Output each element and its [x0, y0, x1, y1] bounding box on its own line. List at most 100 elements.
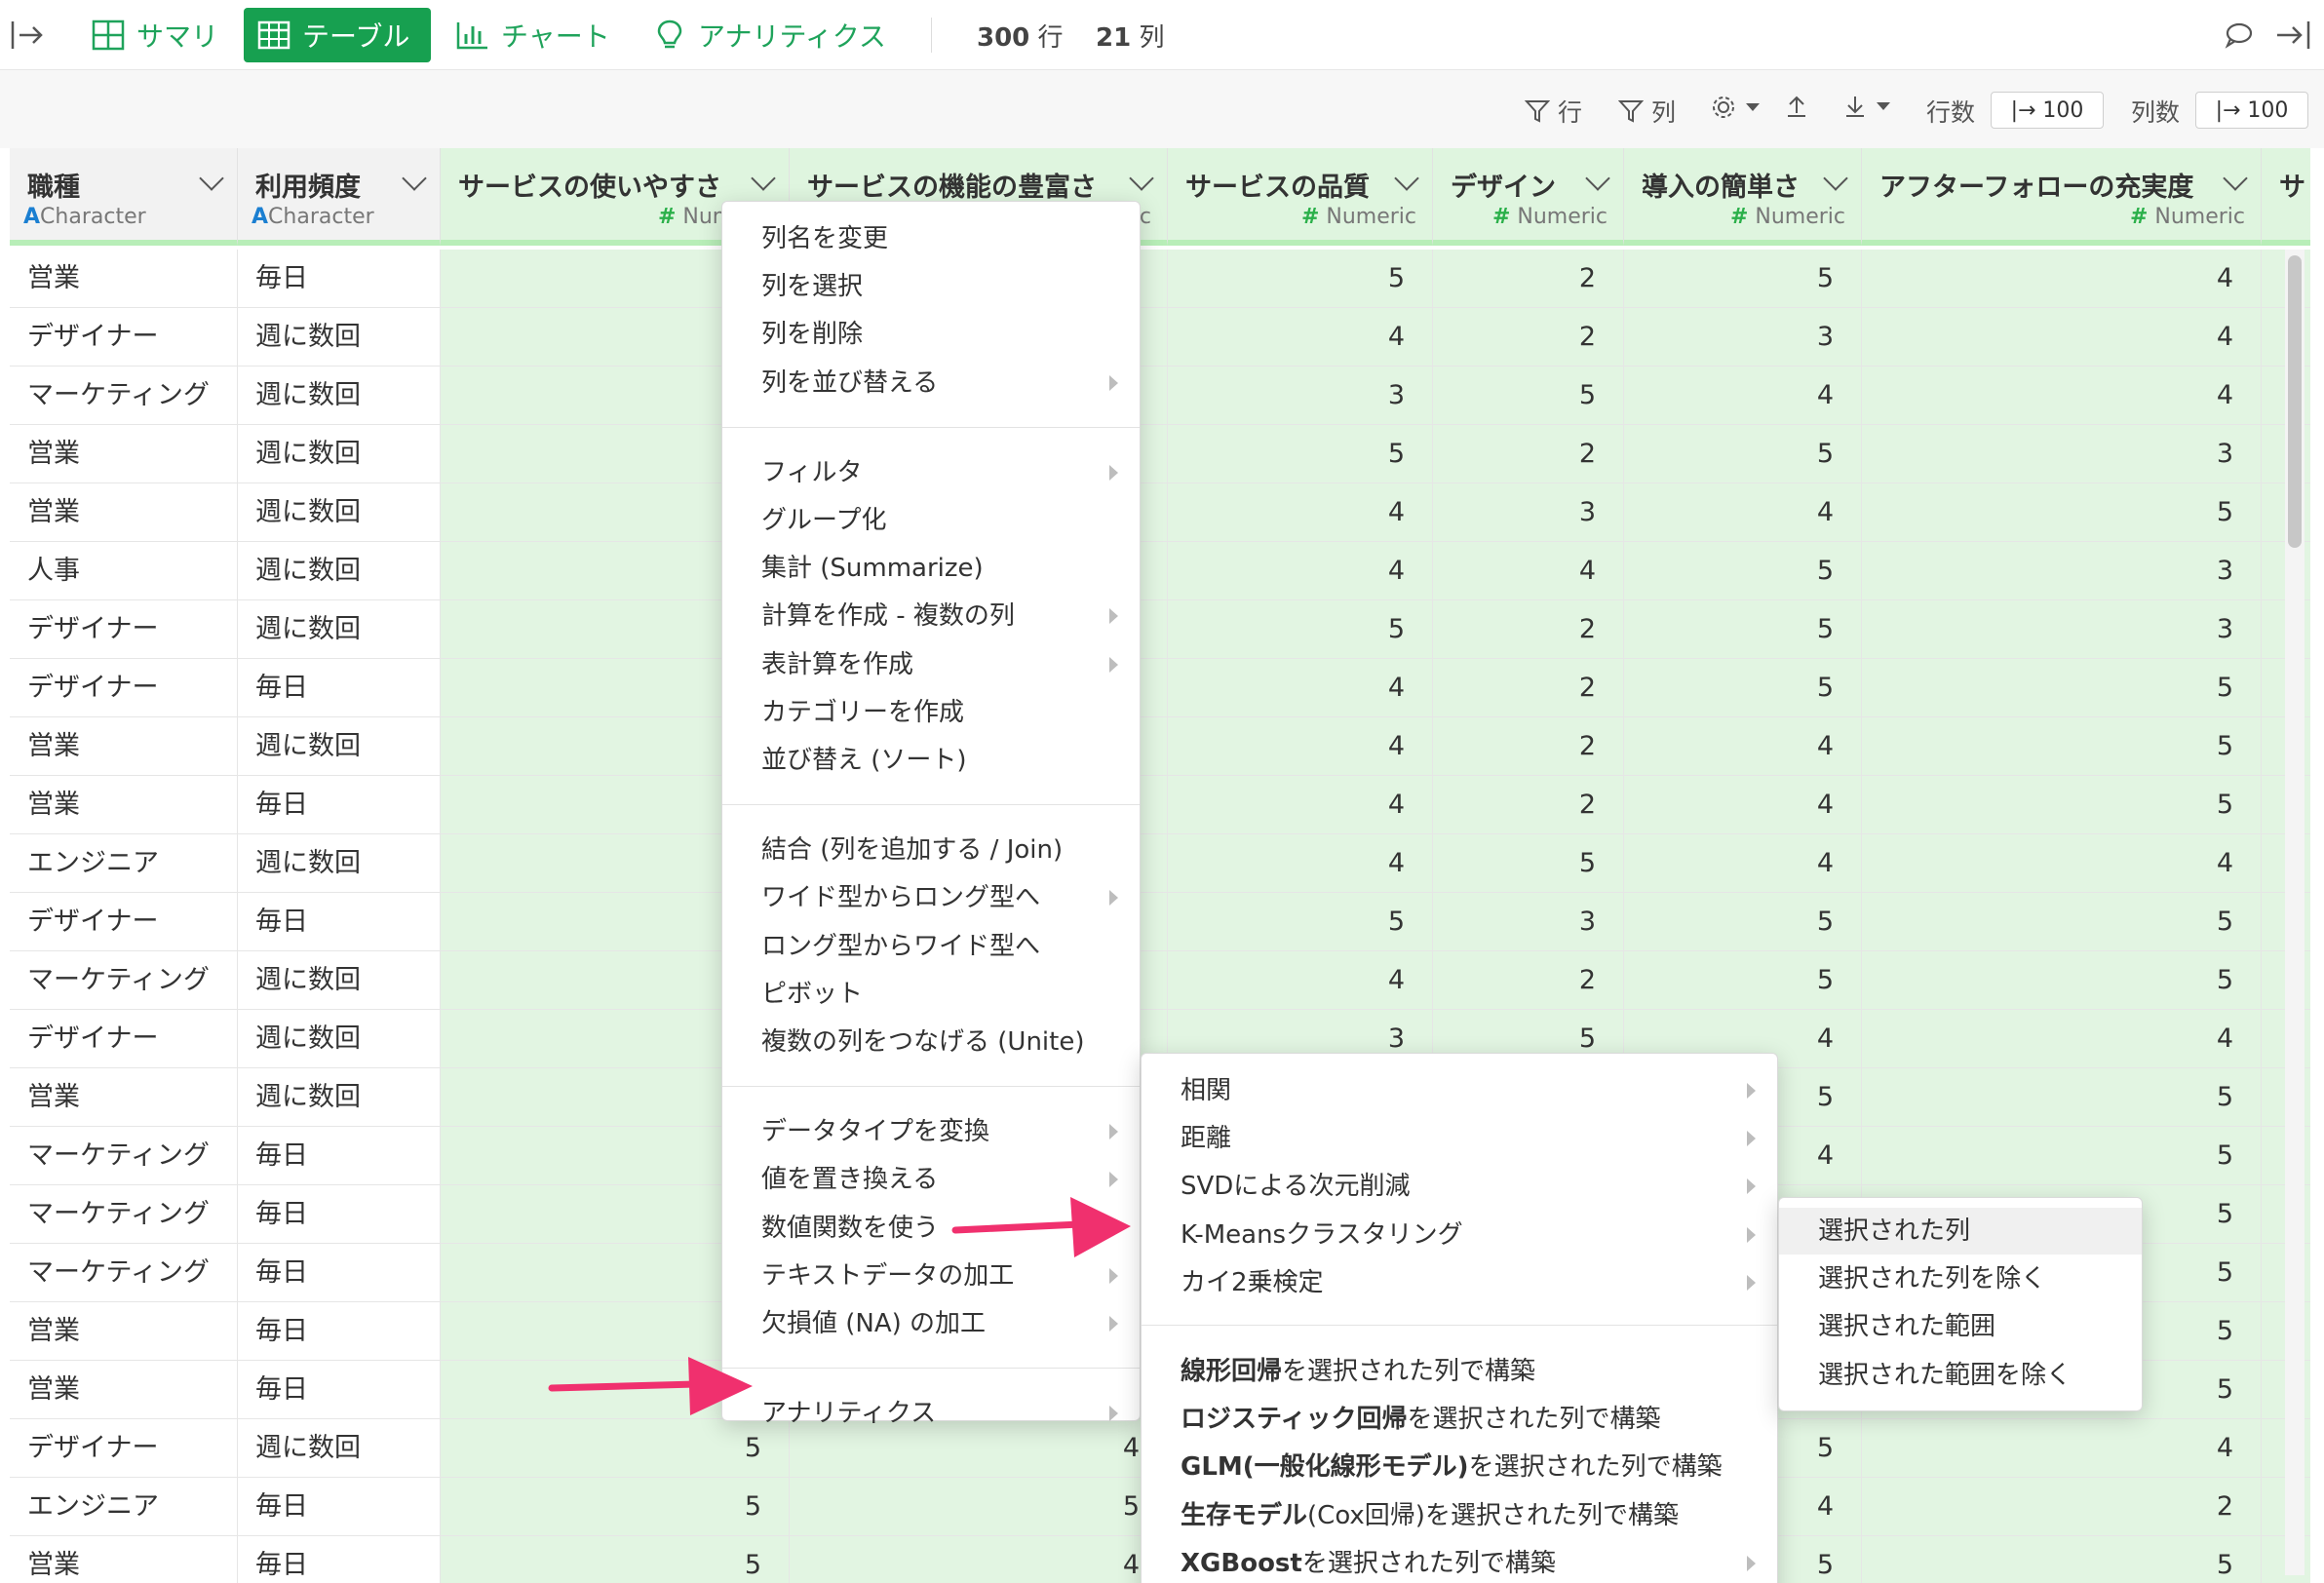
table-cell[interactable]: デザイナー — [10, 1010, 238, 1068]
table-cell[interactable]: 2 — [1433, 776, 1624, 834]
table-cell[interactable]: 5 — [1862, 1536, 2262, 1583]
context-menu-item[interactable]: 複数の列をつなげる (Unite) — [722, 1019, 1140, 1065]
table-cell[interactable]: 週に数回 — [238, 1419, 441, 1478]
tab-table[interactable]: テーブル — [244, 8, 431, 62]
table-cell[interactable]: 2 — [1433, 308, 1624, 367]
analytics-menu-item[interactable]: カイ2乗検定 — [1142, 1259, 1777, 1306]
table-cell[interactable]: 営業 — [10, 1361, 238, 1419]
context-menu-item[interactable]: 計算を作成 - 複数の列 — [722, 593, 1140, 639]
table-cell[interactable]: 毎日 — [238, 1478, 441, 1536]
table-cell[interactable]: 5 — [1624, 893, 1862, 951]
context-menu-item[interactable]: 値を置き換える — [722, 1156, 1140, 1203]
table-cell[interactable]: 5 — [1624, 425, 1862, 483]
column-header-0[interactable]: 職種 ACharacter — [10, 148, 238, 246]
table-cell[interactable]: 週に数回 — [238, 717, 441, 776]
table-cell[interactable]: 4 — [1624, 776, 1862, 834]
tab-analytics[interactable]: アナリティクス — [639, 8, 900, 62]
table-cell[interactable]: 4 — [1862, 834, 2262, 893]
table-cell[interactable]: 毎日 — [238, 250, 441, 308]
settings-button[interactable] — [1710, 94, 1761, 121]
context-menu-item[interactable]: フィルタ — [722, 449, 1140, 496]
context-menu-item[interactable]: カテゴリーを作成 — [722, 689, 1140, 736]
table-cell[interactable]: 4 — [1862, 250, 2262, 308]
table-cell[interactable]: 週に数回 — [238, 483, 441, 542]
comment-icon[interactable] — [2223, 19, 2256, 51]
kmeans-menu-item[interactable]: 選択された範囲を除く — [1779, 1352, 2142, 1399]
context-menu-item[interactable]: 並び替え (ソート) — [722, 737, 1140, 784]
build-model-menu-item[interactable]: 線形回帰を選択された列で構築 — [1142, 1348, 1777, 1395]
context-menu-item[interactable]: 数値関数を使う — [722, 1205, 1140, 1252]
table-cell[interactable]: エンジニア — [10, 1478, 238, 1536]
column-menu-chevron-icon[interactable] — [1585, 166, 1610, 191]
table-cell[interactable]: 5 — [1862, 776, 2262, 834]
table-cell[interactable]: 5 — [1862, 951, 2262, 1010]
table-cell[interactable]: 5 — [1433, 834, 1624, 893]
export-button[interactable] — [1784, 94, 1809, 119]
context-menu-item[interactable]: 列名を変更 — [722, 215, 1140, 262]
table-cell[interactable]: 5 — [1168, 250, 1433, 308]
table-cell[interactable]: 4 — [1168, 542, 1433, 600]
collapse-sidebar-icon[interactable] — [10, 19, 45, 51]
table-cell[interactable]: 3 — [1168, 367, 1433, 425]
table-cell[interactable]: 4 — [1862, 1010, 2262, 1068]
context-menu-item[interactable]: 欠損値 (NA) の加工 — [722, 1300, 1140, 1347]
table-cell[interactable]: 人事 — [10, 542, 238, 600]
table-cell[interactable]: 営業 — [10, 1068, 238, 1127]
table-cell[interactable]: 5 — [1862, 483, 2262, 542]
kmeans-menu-item[interactable]: 選択された範囲 — [1779, 1303, 2142, 1350]
table-cell[interactable]: 5 — [1624, 250, 1862, 308]
table-cell[interactable]: 週に数回 — [238, 600, 441, 659]
table-cell[interactable]: マーケティング — [10, 951, 238, 1010]
kmeans-menu-item[interactable]: 選択された列を除く — [1779, 1255, 2142, 1302]
table-cell[interactable]: 5 — [1433, 367, 1624, 425]
table-cell[interactable]: 毎日 — [238, 1244, 441, 1302]
table-cell[interactable]: 営業 — [10, 776, 238, 834]
table-cell[interactable]: 3 — [1433, 893, 1624, 951]
column-header-8[interactable]: サ — [2262, 148, 2310, 246]
table-cell[interactable]: マーケティング — [10, 1185, 238, 1244]
table-cell[interactable]: 5 — [1862, 1068, 2262, 1127]
rows-limit-input[interactable]: |→ 100 — [1991, 92, 2104, 129]
context-menu-item[interactable]: ピボット — [722, 971, 1140, 1018]
table-cell[interactable]: 3 — [1862, 600, 2262, 659]
table-cell[interactable]: 4 — [1624, 483, 1862, 542]
kmeans-menu-item[interactable]: 選択された列 — [1779, 1208, 2142, 1255]
context-menu-item[interactable]: ロング型からワイド型へ — [722, 923, 1140, 970]
table-cell[interactable]: 3 — [1862, 542, 2262, 600]
column-menu-chevron-icon[interactable] — [199, 166, 224, 191]
table-cell[interactable]: エンジニア — [10, 834, 238, 893]
table-cell[interactable]: 週に数回 — [238, 834, 441, 893]
table-cell[interactable]: 4 — [1433, 542, 1624, 600]
context-menu-item[interactable]: 表計算を作成 — [722, 641, 1140, 688]
table-cell[interactable]: 週に数回 — [238, 308, 441, 367]
column-menu-chevron-icon[interactable] — [751, 166, 776, 191]
column-menu-chevron-icon[interactable] — [1129, 166, 1154, 191]
table-cell[interactable]: マーケティング — [10, 1127, 238, 1185]
download-button[interactable] — [1842, 94, 1891, 119]
table-cell[interactable]: 5 — [1862, 717, 2262, 776]
table-cell[interactable]: 5 — [1624, 542, 1862, 600]
table-cell[interactable]: 営業 — [10, 1302, 238, 1361]
table-cell[interactable]: 毎日 — [238, 1361, 441, 1419]
context-menu-item[interactable]: テキストデータの加工 — [722, 1253, 1140, 1299]
table-cell[interactable]: 毎日 — [238, 1536, 441, 1583]
table-cell[interactable]: 2 — [1433, 600, 1624, 659]
table-cell[interactable]: 4 — [1168, 717, 1433, 776]
analytics-menu-item[interactable]: SVDによる次元削減 — [1142, 1163, 1777, 1210]
table-cell[interactable]: 5 — [1168, 600, 1433, 659]
table-cell[interactable]: デザイナー — [10, 659, 238, 717]
table-cell[interactable]: 5 — [1168, 425, 1433, 483]
context-menu-item[interactable]: アナリティクス — [722, 1390, 1140, 1437]
table-cell[interactable]: 営業 — [10, 717, 238, 776]
build-model-menu-item[interactable]: ロジスティック回帰を選択された列で構築 — [1142, 1396, 1777, 1443]
table-cell[interactable]: 5 — [441, 1478, 790, 1536]
context-menu-item[interactable]: 列を選択 — [722, 263, 1140, 310]
table-cell[interactable]: 週に数回 — [238, 951, 441, 1010]
table-cell[interactable]: デザイナー — [10, 308, 238, 367]
context-menu-item[interactable]: データタイプを変換 — [722, 1108, 1140, 1155]
column-filter-button[interactable]: 列 — [1618, 94, 1676, 129]
table-cell[interactable]: 毎日 — [238, 893, 441, 951]
build-model-menu-item[interactable]: XGBoostを選択された列で構築 — [1142, 1540, 1777, 1583]
analytics-menu-item[interactable]: K-Meansクラスタリング — [1142, 1212, 1777, 1258]
vertical-scrollbar-thumb[interactable] — [2288, 255, 2302, 548]
